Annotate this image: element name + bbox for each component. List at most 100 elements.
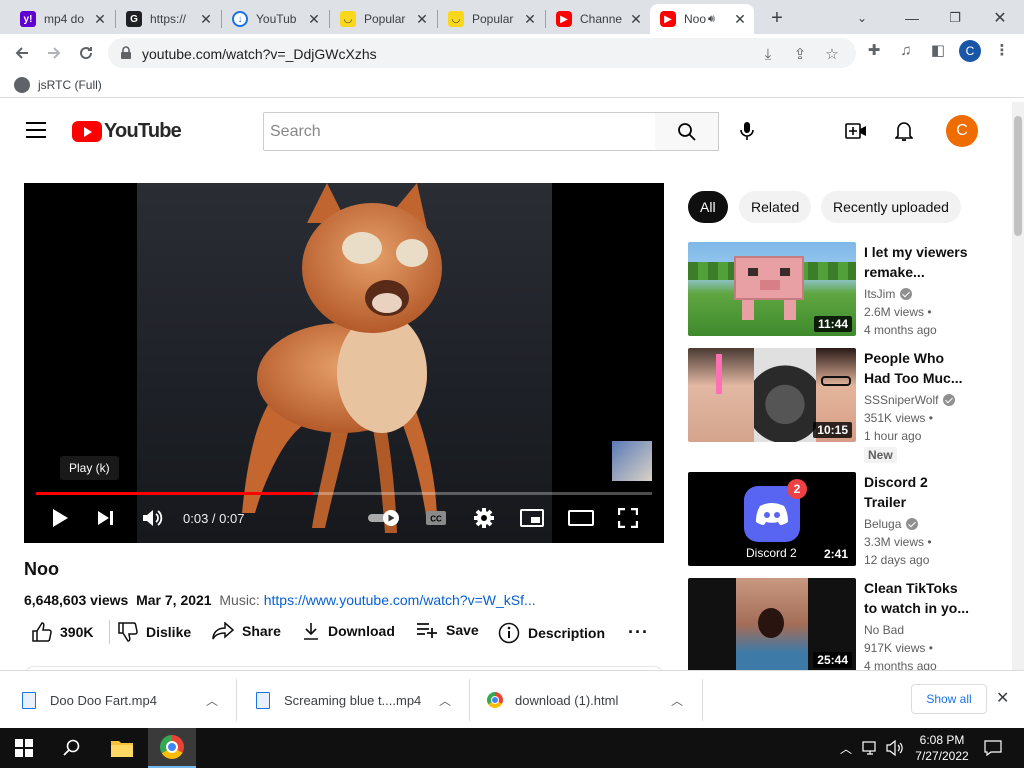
menu-icon[interactable] xyxy=(26,122,46,143)
download-item[interactable]: download (1).html ︿ xyxy=(487,679,697,721)
close-downloads-icon[interactable]: ✕ xyxy=(996,688,1009,708)
browser-tab[interactable]: G https:// ✕ xyxy=(116,4,220,34)
yahoo-icon: y! xyxy=(20,11,36,27)
settings-button[interactable] xyxy=(472,506,496,530)
video-thumbnail[interactable]: 25:44 xyxy=(688,578,856,672)
browser-tab[interactable]: ◡ Popular ✕ xyxy=(330,4,436,34)
share-icon[interactable]: ⇪ xyxy=(790,44,810,64)
autoplay-preview-thumbnail[interactable] xyxy=(612,441,652,481)
restore-button[interactable]: ❐ xyxy=(941,4,969,32)
close-icon[interactable]: ✕ xyxy=(628,11,644,28)
install-icon[interactable]: ⤓ xyxy=(758,44,778,64)
back-button[interactable] xyxy=(8,39,36,67)
notifications-button[interactable] xyxy=(889,116,919,146)
minimize-button[interactable]: — xyxy=(898,4,926,32)
chevron-up-icon[interactable]: ︿ xyxy=(206,692,218,709)
chevron-down-icon[interactable]: ⌄ xyxy=(848,4,876,32)
close-icon[interactable]: ✕ xyxy=(522,11,538,28)
account-avatar[interactable]: C xyxy=(946,115,978,147)
download-button[interactable]: Download xyxy=(302,622,395,640)
description-button[interactable]: Description xyxy=(498,622,605,644)
chip-all[interactable]: All xyxy=(688,191,728,223)
dislike-button[interactable]: Dislike xyxy=(118,622,191,642)
thumbnail-caption: Discord 2 xyxy=(746,546,797,560)
video-thumbnail[interactable]: 11:44 xyxy=(688,242,856,336)
close-icon[interactable]: ✕ xyxy=(92,11,108,28)
browser-tab[interactable]: ↓ YouTub ✕ xyxy=(222,4,328,34)
chip-recently-uploaded[interactable]: Recently uploaded xyxy=(821,191,961,223)
channel-name[interactable]: ItsJim xyxy=(864,287,913,301)
more-actions-icon[interactable]: ··· xyxy=(628,622,649,643)
save-button[interactable]: Save xyxy=(416,622,479,638)
notification-center-icon[interactable] xyxy=(978,728,1008,768)
recommended-title[interactable]: Clean TikToks to watch in yo... xyxy=(864,578,969,618)
theater-mode-button[interactable] xyxy=(568,506,594,530)
start-button[interactable] xyxy=(0,728,48,768)
share-arrow-icon xyxy=(212,622,234,640)
miniplayer-button[interactable] xyxy=(520,506,544,530)
captions-button[interactable]: CC xyxy=(424,506,448,530)
channel-name[interactable]: No Bad xyxy=(864,623,904,637)
volume-icon[interactable] xyxy=(884,728,906,768)
url-text[interactable]: youtube.com/watch?v=_DdjGWcXzhs xyxy=(142,46,377,62)
close-window-button[interactable]: ✕ xyxy=(986,4,1014,32)
voice-search-button[interactable] xyxy=(730,114,764,148)
side-panel-icon[interactable]: ◧ xyxy=(928,40,948,60)
network-icon[interactable] xyxy=(860,728,882,768)
address-bar[interactable]: youtube.com/watch?v=_DdjGWcXzhs ⤓ ⇪ ☆ xyxy=(108,38,856,68)
chevron-up-icon[interactable]: ︿ xyxy=(439,692,451,709)
search-input[interactable] xyxy=(264,113,655,150)
chevron-up-icon[interactable]: ︿ xyxy=(671,692,683,709)
mute-button[interactable] xyxy=(140,506,166,530)
media-control-icon[interactable]: ♫ xyxy=(896,40,916,60)
system-clock[interactable]: 6:08 PM 7/27/2022 xyxy=(912,732,972,764)
close-icon[interactable]: ✕ xyxy=(732,11,748,28)
reload-button[interactable] xyxy=(72,39,100,67)
page-scrollbar[interactable] xyxy=(1012,102,1024,680)
channel-name[interactable]: SSSniperWolf xyxy=(864,393,956,407)
browser-tab[interactable]: y! mp4 do ✕ xyxy=(10,4,114,34)
create-video-button[interactable] xyxy=(841,116,871,146)
extensions-icon[interactable]: ✚ xyxy=(864,40,884,60)
channel-name[interactable]: Beluga xyxy=(864,517,919,531)
browser-tab[interactable]: ▶ Channe ✕ xyxy=(546,4,650,34)
play-button[interactable] xyxy=(48,506,72,530)
chrome-taskbar-button[interactable] xyxy=(148,728,196,768)
browser-tab[interactable]: ◡ Popular ✕ xyxy=(438,4,544,34)
star-icon[interactable]: ☆ xyxy=(822,44,842,64)
profile-avatar[interactable]: C xyxy=(959,40,981,62)
scrollbar-thumb[interactable] xyxy=(1014,116,1022,236)
fullscreen-button[interactable] xyxy=(616,506,640,530)
progress-bar[interactable] xyxy=(36,492,652,495)
video-player[interactable]: Play (k) 0:03 / 0:07 CC xyxy=(24,183,664,543)
recommended-title[interactable]: People Who Had Too Muc... xyxy=(864,348,969,388)
chevron-up-icon[interactable]: ︿ xyxy=(836,728,856,768)
youtube-logo[interactable]: YouTube xyxy=(72,120,182,143)
autoplay-toggle[interactable] xyxy=(366,506,402,530)
browser-tab-active[interactable]: ▶ Noo 🔊︎ ✕ xyxy=(650,4,754,34)
like-button[interactable]: 390K xyxy=(32,622,93,642)
speaker-icon[interactable]: 🔊︎ xyxy=(708,13,715,26)
music-link[interactable]: https://www.youtube.com/watch?v=W_kSf... xyxy=(264,592,536,608)
search-button[interactable] xyxy=(655,112,719,151)
search-icon xyxy=(63,739,80,756)
share-button[interactable]: Share xyxy=(212,622,281,640)
close-icon[interactable]: ✕ xyxy=(414,11,430,28)
chip-related[interactable]: Related xyxy=(739,191,812,223)
taskbar-search-button[interactable] xyxy=(48,728,96,768)
video-thumbnail[interactable]: 10:15 xyxy=(688,348,856,442)
recommended-title[interactable]: Discord 2 Trailer xyxy=(864,472,969,512)
next-button[interactable] xyxy=(94,506,118,530)
recommended-title[interactable]: I let my viewers remake... xyxy=(864,242,969,282)
more-vert-icon[interactable]: ⋮ xyxy=(992,40,1012,60)
download-item[interactable]: Screaming blue t....mp4 ︿ xyxy=(256,679,462,721)
file-explorer-button[interactable] xyxy=(98,728,146,768)
new-tab-button[interactable]: + xyxy=(763,4,791,32)
forward-button[interactable] xyxy=(40,39,68,67)
bookmark-item[interactable]: jsRTC (Full) xyxy=(14,77,102,93)
close-icon[interactable]: ✕ xyxy=(198,11,214,28)
show-all-downloads-button[interactable]: Show all xyxy=(911,684,987,714)
video-thumbnail[interactable]: 2 Discord 2 2:41 xyxy=(688,472,856,566)
download-item[interactable]: Doo Doo Fart.mp4 ︿ xyxy=(22,679,228,721)
close-icon[interactable]: ✕ xyxy=(306,11,322,28)
